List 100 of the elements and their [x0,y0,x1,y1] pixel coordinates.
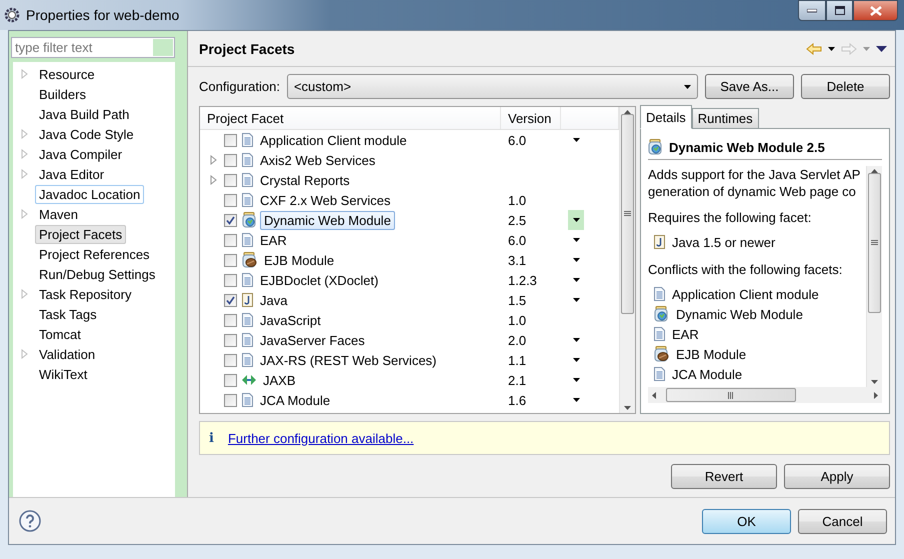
bean-jar-icon [242,252,257,268]
version-value: 1.1 [508,352,526,368]
minimize-button[interactable] [798,0,826,21]
checkbox[interactable] [224,154,237,166]
document-icon [654,367,665,381]
globe-jar-icon [648,139,663,155]
maximize-icon [834,6,844,15]
facet-name[interactable]: JAXB [259,370,300,390]
scroll-left-icon[interactable] [652,392,656,398]
filter-field[interactable]: type filter text [11,37,175,58]
back-arrow-icon[interactable] [806,42,822,54]
scroll-right-icon[interactable] [874,392,878,398]
caret-icon [572,138,580,142]
expand-icon[interactable] [21,209,29,219]
checkbox[interactable] [224,194,237,206]
maximize-button[interactable] [826,0,853,21]
menu-icon[interactable] [876,46,887,52]
tab[interactable]: Details [640,105,692,129]
facet-name[interactable]: JAX-RS (REST Web Services) [256,350,441,370]
sidebar-item[interactable]: Project Facets [35,224,126,244]
sidebar-item[interactable]: Maven [35,204,82,224]
facet-name[interactable]: Application Client module [256,130,411,150]
checkbox[interactable] [224,254,237,266]
horizontal-scrollbar[interactable] [648,387,882,403]
checkbox[interactable] [224,334,237,346]
requires-heading: Requires the following facet: [648,209,812,226]
sidebar-item[interactable]: Resource [35,64,99,84]
scrollbar[interactable] [619,107,635,413]
sidebar-item[interactable]: Javadoc Location [35,184,144,204]
facet-name: Dynamic Web Module [676,306,803,322]
double-arrow-icon [242,374,256,386]
facet-name[interactable]: Dynamic Web Module [260,210,395,230]
grip-icon [624,211,631,217]
sidebar-item[interactable]: Run/Debug Settings [35,264,160,284]
help-icon[interactable] [19,510,41,532]
page-button[interactable]: Apply [784,464,890,489]
version-value: 1.2.3 [508,272,537,288]
checkbox[interactable] [224,374,237,386]
column-header[interactable]: Project Facet [200,107,501,129]
version-value: 3.1 [508,252,526,268]
facet-name[interactable]: EAR [256,230,291,250]
version-value: 2.5 [508,212,526,228]
caret-icon [684,84,691,88]
configuration-dropdown[interactable]: <custom> [286,74,698,99]
facet-name[interactable]: JCA Module [256,390,334,410]
sidebar-item[interactable]: Java Compiler [35,144,126,164]
caret-icon [572,358,580,362]
checkbox[interactable] [224,134,237,146]
close-button[interactable] [853,0,898,21]
checkbox[interactable] [224,214,237,226]
facet-name[interactable]: JavaScript [256,310,325,330]
facet-name[interactable]: CXF 2.x Web Services [256,190,395,210]
sidebar-item[interactable]: Java Code Style [35,124,138,144]
column-header[interactable]: Version [501,107,561,129]
description-text: Adds support for the Java Servlet AP [648,166,862,183]
configuration-link[interactable]: Further configuration available... [228,430,414,446]
expand-icon[interactable] [21,289,29,299]
page-button[interactable]: Revert [671,464,777,489]
java-file-icon [242,293,253,307]
sidebar-item[interactable]: Project References [35,244,154,264]
checkbox[interactable] [224,274,237,286]
dialog-button[interactable]: OK [702,508,791,534]
sidebar-item[interactable]: Validation [35,344,100,364]
facet-name[interactable]: Axis2 Web Services [256,150,380,170]
facet-name[interactable]: EJB Module [260,250,338,270]
checkbox[interactable] [224,234,237,246]
configuration-button[interactable]: Delete [801,74,890,99]
facet-name[interactable]: Java [256,290,292,310]
scroll-down-icon[interactable] [624,406,631,410]
checkbox[interactable] [224,314,237,326]
checkbox[interactable] [224,174,237,186]
checkbox[interactable] [224,394,237,406]
tab[interactable]: Runtimes [692,108,759,128]
sidebar-item[interactable]: Task Tags [35,304,101,324]
sidebar-item[interactable]: Java Editor [35,164,108,184]
globe-jar-icon [242,212,257,228]
facet-name[interactable]: Crystal Reports [256,170,354,190]
expand-icon[interactable] [21,69,29,79]
configuration-button[interactable]: Save As... [705,74,794,99]
scrollbar[interactable] [866,166,882,387]
page-title: Project Facets [199,40,296,56]
sidebar-item[interactable]: Java Build Path [35,104,134,124]
facet-name[interactable]: EJBDoclet (XDoclet) [256,270,382,290]
facet-name[interactable]: JavaServer Faces [256,330,369,350]
checkbox[interactable] [224,294,237,306]
scroll-down-icon[interactable] [871,380,878,384]
caret-icon [572,278,580,282]
grip-icon [728,392,734,398]
sidebar-item[interactable]: Tomcat [35,324,85,344]
sidebar-item[interactable]: WikiText [35,364,92,384]
version-dropdown[interactable] [568,210,584,230]
document-icon [242,173,253,187]
dialog-button[interactable]: Cancel [798,508,887,534]
sidebar-item[interactable]: Task Repository [35,284,136,304]
expand-icon[interactable] [21,349,29,359]
version-value: 6.0 [508,132,526,148]
checkbox[interactable] [224,354,237,366]
version-value: 1.0 [508,312,526,328]
java-file-icon [654,235,665,249]
sidebar-item[interactable]: Builders [35,84,90,104]
